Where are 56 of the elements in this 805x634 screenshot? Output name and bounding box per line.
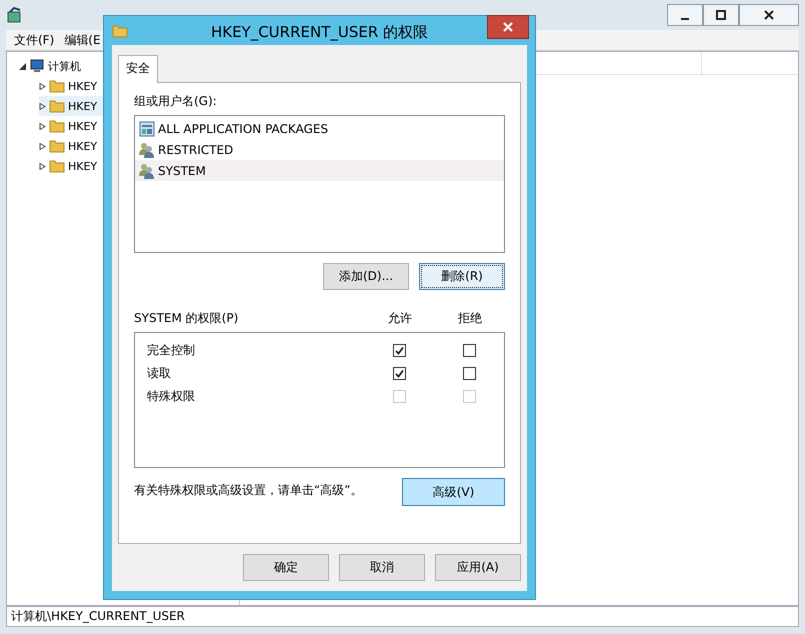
tree-item[interactable]: HKEY xyxy=(68,100,98,112)
menu-item[interactable]: 编辑(E xyxy=(64,32,101,48)
advanced-button[interactable]: 高级(V) xyxy=(402,478,505,506)
package-icon xyxy=(139,120,155,136)
dialog-button[interactable]: 取消 xyxy=(339,554,425,581)
maximize-button[interactable] xyxy=(703,4,739,26)
expander-icon[interactable] xyxy=(39,162,46,170)
tree-item[interactable]: HKEY xyxy=(68,140,98,152)
users-icon xyxy=(139,142,155,158)
expander-icon[interactable] xyxy=(39,102,46,110)
permission-name: 特殊权限 xyxy=(147,388,196,405)
expander-icon[interactable] xyxy=(39,142,46,150)
list-item[interactable]: RESTRICTED xyxy=(158,142,234,156)
expander-icon[interactable] xyxy=(19,62,26,70)
advanced-note: 有关特殊权限或高级设置，请单击“高级”。 xyxy=(134,482,362,499)
permission-name: 读取 xyxy=(147,365,172,382)
tree-item[interactable]: HKEY xyxy=(68,120,98,132)
maximize-icon xyxy=(716,10,726,20)
dialog-button[interactable]: 确定 xyxy=(243,554,329,581)
column-header: 拒绝 xyxy=(457,310,483,327)
folder-icon xyxy=(112,22,128,38)
close-button[interactable] xyxy=(487,14,529,38)
group-label: 组或用户名(G): xyxy=(134,93,218,110)
checkbox[interactable] xyxy=(392,344,406,357)
minimize-icon xyxy=(681,18,689,20)
folder-icon xyxy=(49,78,65,94)
list-item[interactable]: ALL APPLICATION PACKAGES xyxy=(158,122,328,136)
status-bar: 计算机\HKEY_CURRENT_USER xyxy=(6,606,799,627)
checkbox[interactable] xyxy=(462,344,476,357)
close-icon xyxy=(503,22,513,32)
column-header: 允许 xyxy=(387,310,413,327)
permission-name: 完全控制 xyxy=(147,342,196,359)
dialog-button[interactable]: 删除(R) xyxy=(419,263,505,290)
expander-icon[interactable] xyxy=(39,122,46,130)
dialog-title: HKEY_CURRENT_USER 的权限 xyxy=(210,23,430,42)
close-icon xyxy=(764,10,774,20)
minimize-button[interactable] xyxy=(667,4,703,26)
tree-item[interactable]: HKEY xyxy=(68,80,98,92)
permissions-label: SYSTEM 的权限(P) xyxy=(134,310,240,327)
close-button[interactable] xyxy=(739,4,799,26)
tree-item[interactable]: 计算机 xyxy=(48,58,81,74)
tree-item[interactable]: HKEY xyxy=(68,160,98,172)
checkbox[interactable] xyxy=(392,367,406,380)
dialog-button[interactable]: 添加(D)... xyxy=(323,263,409,290)
checkbox[interactable] xyxy=(462,367,476,380)
tab[interactable]: 安全 xyxy=(118,55,158,83)
users-icon xyxy=(139,162,155,178)
folder-icon xyxy=(49,138,65,154)
folder-icon xyxy=(49,118,65,134)
folder-icon xyxy=(49,98,65,114)
dialog-button[interactable]: 应用(A) xyxy=(435,554,521,581)
folder-icon xyxy=(49,158,65,174)
expander-icon[interactable] xyxy=(39,82,46,90)
list-item[interactable]: SYSTEM xyxy=(158,164,206,178)
computer-icon xyxy=(29,58,45,74)
menu-item[interactable]: 文件(F) xyxy=(14,32,54,48)
